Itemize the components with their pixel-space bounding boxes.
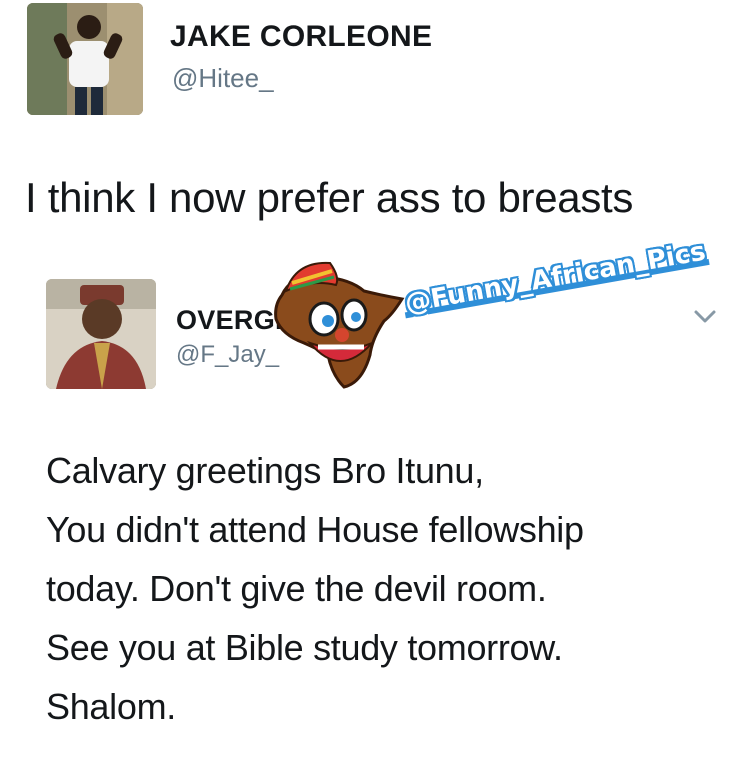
author-handle[interactable]: @Hitee_ bbox=[172, 63, 274, 94]
author-name[interactable]: JAKE CORLEONE bbox=[170, 20, 432, 54]
reply-line: today. Don't give the devil room. bbox=[46, 568, 547, 609]
reply-avatar-photo bbox=[46, 279, 156, 389]
avatar[interactable] bbox=[27, 3, 143, 115]
africa-mascot-icon bbox=[274, 261, 405, 389]
tweet-text: I think I now prefer ass to breasts bbox=[25, 174, 634, 221]
reply-text: Calvary greetings Bro Itunu, You didn't … bbox=[46, 441, 736, 736]
reply-line: See you at Bible study tomorrow. bbox=[46, 627, 563, 668]
reply-line: Calvary greetings Bro Itunu, bbox=[46, 450, 484, 491]
watermark: @Funny_African_Pics bbox=[252, 237, 730, 395]
reply-line: Shalom. bbox=[46, 686, 176, 727]
avatar-photo bbox=[27, 3, 143, 115]
reply-line: You didn't attend House fellowship bbox=[46, 509, 584, 550]
reply-avatar[interactable] bbox=[46, 279, 156, 389]
tweet-top: JAKE CORLEONE @Hitee_ I think I now pref… bbox=[0, 0, 750, 250]
